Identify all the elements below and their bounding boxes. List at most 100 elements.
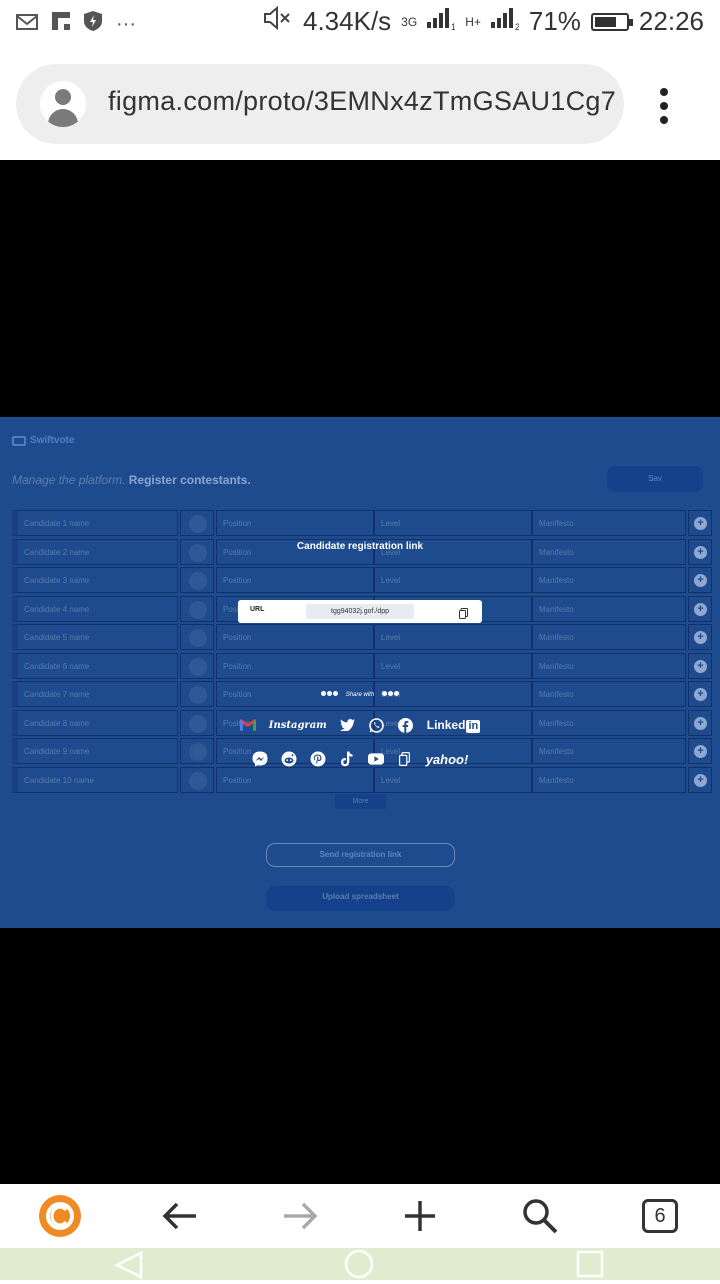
browser-logo-icon[interactable] bbox=[38, 1184, 82, 1248]
yahoo-icon[interactable]: yahoo! bbox=[426, 752, 469, 767]
flipboard-icon bbox=[52, 12, 70, 36]
tab-count: 6 bbox=[642, 1199, 678, 1233]
plus-icon: + bbox=[694, 574, 707, 587]
registration-url-card: URL tgg94032j.gof./dpp bbox=[238, 600, 482, 623]
search-icon[interactable] bbox=[520, 1184, 560, 1248]
forward-arrow-icon[interactable] bbox=[280, 1184, 320, 1248]
pinterest-icon[interactable] bbox=[310, 751, 326, 767]
twitter-icon[interactable] bbox=[340, 717, 356, 733]
add-candidate-button[interactable]: + bbox=[688, 510, 712, 536]
whatsapp-icon[interactable] bbox=[369, 717, 385, 733]
save-button[interactable]: Sav bbox=[607, 466, 703, 492]
more-icon: ··· bbox=[116, 12, 136, 35]
send-registration-link-button[interactable]: Send registration link bbox=[266, 843, 455, 867]
plus-icon: + bbox=[694, 773, 707, 787]
youtube-icon[interactable] bbox=[367, 751, 384, 767]
tab-switcher-button[interactable]: 6 bbox=[640, 1184, 680, 1248]
candidate-photo-slot[interactable] bbox=[180, 595, 214, 622]
url-text[interactable]: figma.com/proto/3EMNx4zTmGSAU1Cg7 bbox=[108, 86, 616, 117]
position-field[interactable]: Position bbox=[216, 567, 374, 593]
svg-text:1: 1 bbox=[451, 22, 455, 30]
add-candidate-button[interactable]: + bbox=[688, 567, 712, 593]
candidate-name-field[interactable]: Candidate 1 name bbox=[12, 510, 178, 536]
dots-decoration bbox=[320, 691, 338, 698]
copy-icon[interactable] bbox=[397, 751, 413, 767]
add-candidate-button[interactable]: + bbox=[688, 595, 712, 622]
level-field[interactable]: Level bbox=[374, 510, 532, 536]
manifesto-field[interactable]: Manifesto bbox=[532, 595, 686, 622]
linkedin-icon[interactable]: Linked in bbox=[427, 718, 481, 733]
signal-icon: 2 bbox=[490, 6, 520, 37]
reddit-icon[interactable] bbox=[281, 751, 297, 767]
back-arrow-icon[interactable] bbox=[160, 1184, 200, 1248]
browser-toolbar: figma.com/proto/3EMNx4zTmGSAU1Cg7 bbox=[0, 50, 720, 160]
candidate-photo-slot[interactable] bbox=[180, 624, 214, 650]
position-field[interactable]: Position bbox=[216, 510, 374, 536]
share-with-row: Share with bbox=[0, 691, 720, 698]
plus-icon: + bbox=[694, 517, 707, 530]
system-recents-icon[interactable] bbox=[576, 1250, 604, 1283]
add-candidate-button[interactable]: + bbox=[688, 624, 712, 650]
position-field[interactable]: Position bbox=[216, 624, 374, 650]
avatar-placeholder-icon bbox=[189, 771, 207, 790]
url-value-field[interactable]: tgg94032j.gof./dpp bbox=[306, 604, 414, 619]
modal-title: Candidate registration link bbox=[296, 541, 424, 552]
url-label: URL bbox=[250, 606, 265, 613]
manifesto-field[interactable]: Manifesto bbox=[532, 652, 686, 679]
upload-spreadsheet-button[interactable]: Upload spreadsheet bbox=[266, 886, 455, 911]
logo-text: Swiftvote bbox=[30, 435, 75, 446]
manifesto-field[interactable]: Manifesto bbox=[532, 624, 686, 650]
avatar-placeholder-icon bbox=[189, 600, 207, 619]
linkedin-in-badge: in bbox=[466, 719, 481, 733]
new-tab-plus-icon[interactable] bbox=[400, 1184, 440, 1248]
facebook-icon[interactable] bbox=[398, 717, 414, 733]
battery-icon bbox=[590, 12, 633, 31]
network-type-2: H+ bbox=[465, 14, 481, 29]
candidate-photo-slot[interactable] bbox=[180, 652, 214, 679]
position-field[interactable]: Position bbox=[216, 766, 374, 793]
mute-icon bbox=[263, 5, 293, 37]
system-home-icon[interactable] bbox=[343, 1249, 375, 1284]
avatar-placeholder-icon bbox=[189, 515, 207, 533]
manifesto-field[interactable]: Manifesto bbox=[532, 766, 686, 793]
tiktok-icon[interactable] bbox=[339, 751, 355, 767]
candidate-photo-slot[interactable] bbox=[180, 766, 214, 793]
level-field[interactable]: Level bbox=[374, 624, 532, 650]
prototype-frame: Swiftvote Manage the platform. Register … bbox=[0, 417, 720, 928]
share-with-label: Share with bbox=[345, 692, 375, 699]
candidate-photo-slot[interactable] bbox=[180, 510, 214, 536]
browser-bottom-nav: 6 bbox=[0, 1184, 720, 1248]
menu-kebab-icon[interactable] bbox=[652, 88, 676, 128]
candidate-name-field[interactable]: Candidate 4 name bbox=[12, 595, 178, 622]
shield-bolt-icon bbox=[84, 11, 102, 37]
level-field[interactable]: Level bbox=[374, 652, 532, 679]
level-field[interactable]: Level bbox=[374, 766, 532, 793]
messenger-icon[interactable] bbox=[252, 751, 268, 767]
candidate-name-field[interactable]: Candidate 5 name bbox=[12, 624, 178, 650]
subtitle-main: Register contestants. bbox=[128, 473, 251, 487]
candidate-row: Candidate 5 name Position Level Manifesto + bbox=[12, 624, 712, 650]
candidate-name-field[interactable]: Candidate 6 name bbox=[12, 652, 178, 679]
candidate-photo-slot[interactable] bbox=[180, 567, 214, 593]
candidate-name-field[interactable]: Candidate 3 name bbox=[12, 567, 178, 593]
manifesto-field[interactable]: Manifesto bbox=[532, 510, 686, 536]
system-nav-bar bbox=[0, 1248, 720, 1280]
add-candidate-button[interactable]: + bbox=[688, 652, 712, 679]
address-bar[interactable]: figma.com/proto/3EMNx4zTmGSAU1Cg7 bbox=[16, 64, 624, 144]
plus-icon: + bbox=[694, 602, 707, 616]
system-back-icon[interactable] bbox=[114, 1250, 144, 1284]
candidate-row: Candidate 1 name Position Level Manifesto + bbox=[12, 510, 712, 536]
gmail-icon[interactable] bbox=[239, 717, 256, 733]
position-field[interactable]: Position bbox=[216, 652, 374, 679]
add-candidate-button[interactable]: + bbox=[688, 766, 712, 793]
profile-avatar-icon[interactable] bbox=[40, 81, 86, 127]
instagram-icon[interactable]: Instagram bbox=[269, 720, 327, 731]
social-row-2: yahoo! bbox=[0, 751, 720, 767]
status-bar: ··· 4.34K/s 3G 1 H+ 2 71% 22:26 bbox=[0, 0, 720, 50]
level-field[interactable]: Level bbox=[374, 567, 532, 593]
copy-icon[interactable] bbox=[459, 606, 468, 619]
gmail-icon bbox=[16, 13, 38, 36]
manifesto-field[interactable]: Manifesto bbox=[532, 567, 686, 593]
more-button[interactable]: More bbox=[335, 794, 386, 809]
candidate-name-field[interactable]: Candidate 10 name bbox=[12, 766, 178, 793]
